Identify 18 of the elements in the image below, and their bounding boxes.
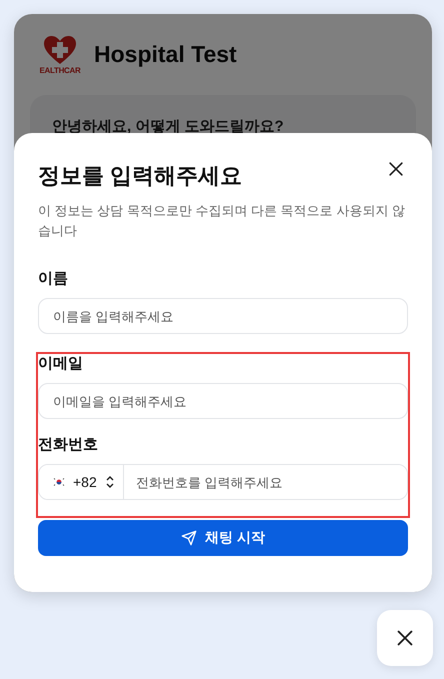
field-label: 전화번호	[38, 435, 99, 454]
flag-icon	[53, 477, 65, 487]
send-icon	[181, 530, 198, 546]
modal-title: 정보를 입력해주세요	[38, 162, 242, 190]
chevron-updown-icon	[104, 475, 115, 489]
phone-input[interactable]: +82 전화번호를 입력해주세요	[38, 464, 408, 500]
text-input[interactable]: 이름을 입력해주세요	[38, 298, 408, 334]
field-label: 이름	[38, 269, 69, 288]
close-chat-button[interactable]	[377, 610, 433, 666]
country-code-select[interactable]: +82	[39, 465, 124, 499]
field-label: 이메일	[38, 354, 84, 373]
greeting-text: 안녕하세요, 어떻게 도와드릴까요?	[52, 118, 284, 135]
app-title: Hospital Test	[94, 41, 237, 68]
text-input[interactable]: 이메일을 입력해주세요	[38, 383, 408, 419]
modal-description: 이 정보는 상담 목적으로만 수집되며 다른 목적으로 사용되지 않습니다	[38, 202, 406, 240]
start-chat-button[interactable]: 채팅 시작	[38, 520, 408, 556]
logo-text: EALTHCAR	[39, 66, 80, 75]
heart-cross-logo-icon	[42, 34, 78, 66]
